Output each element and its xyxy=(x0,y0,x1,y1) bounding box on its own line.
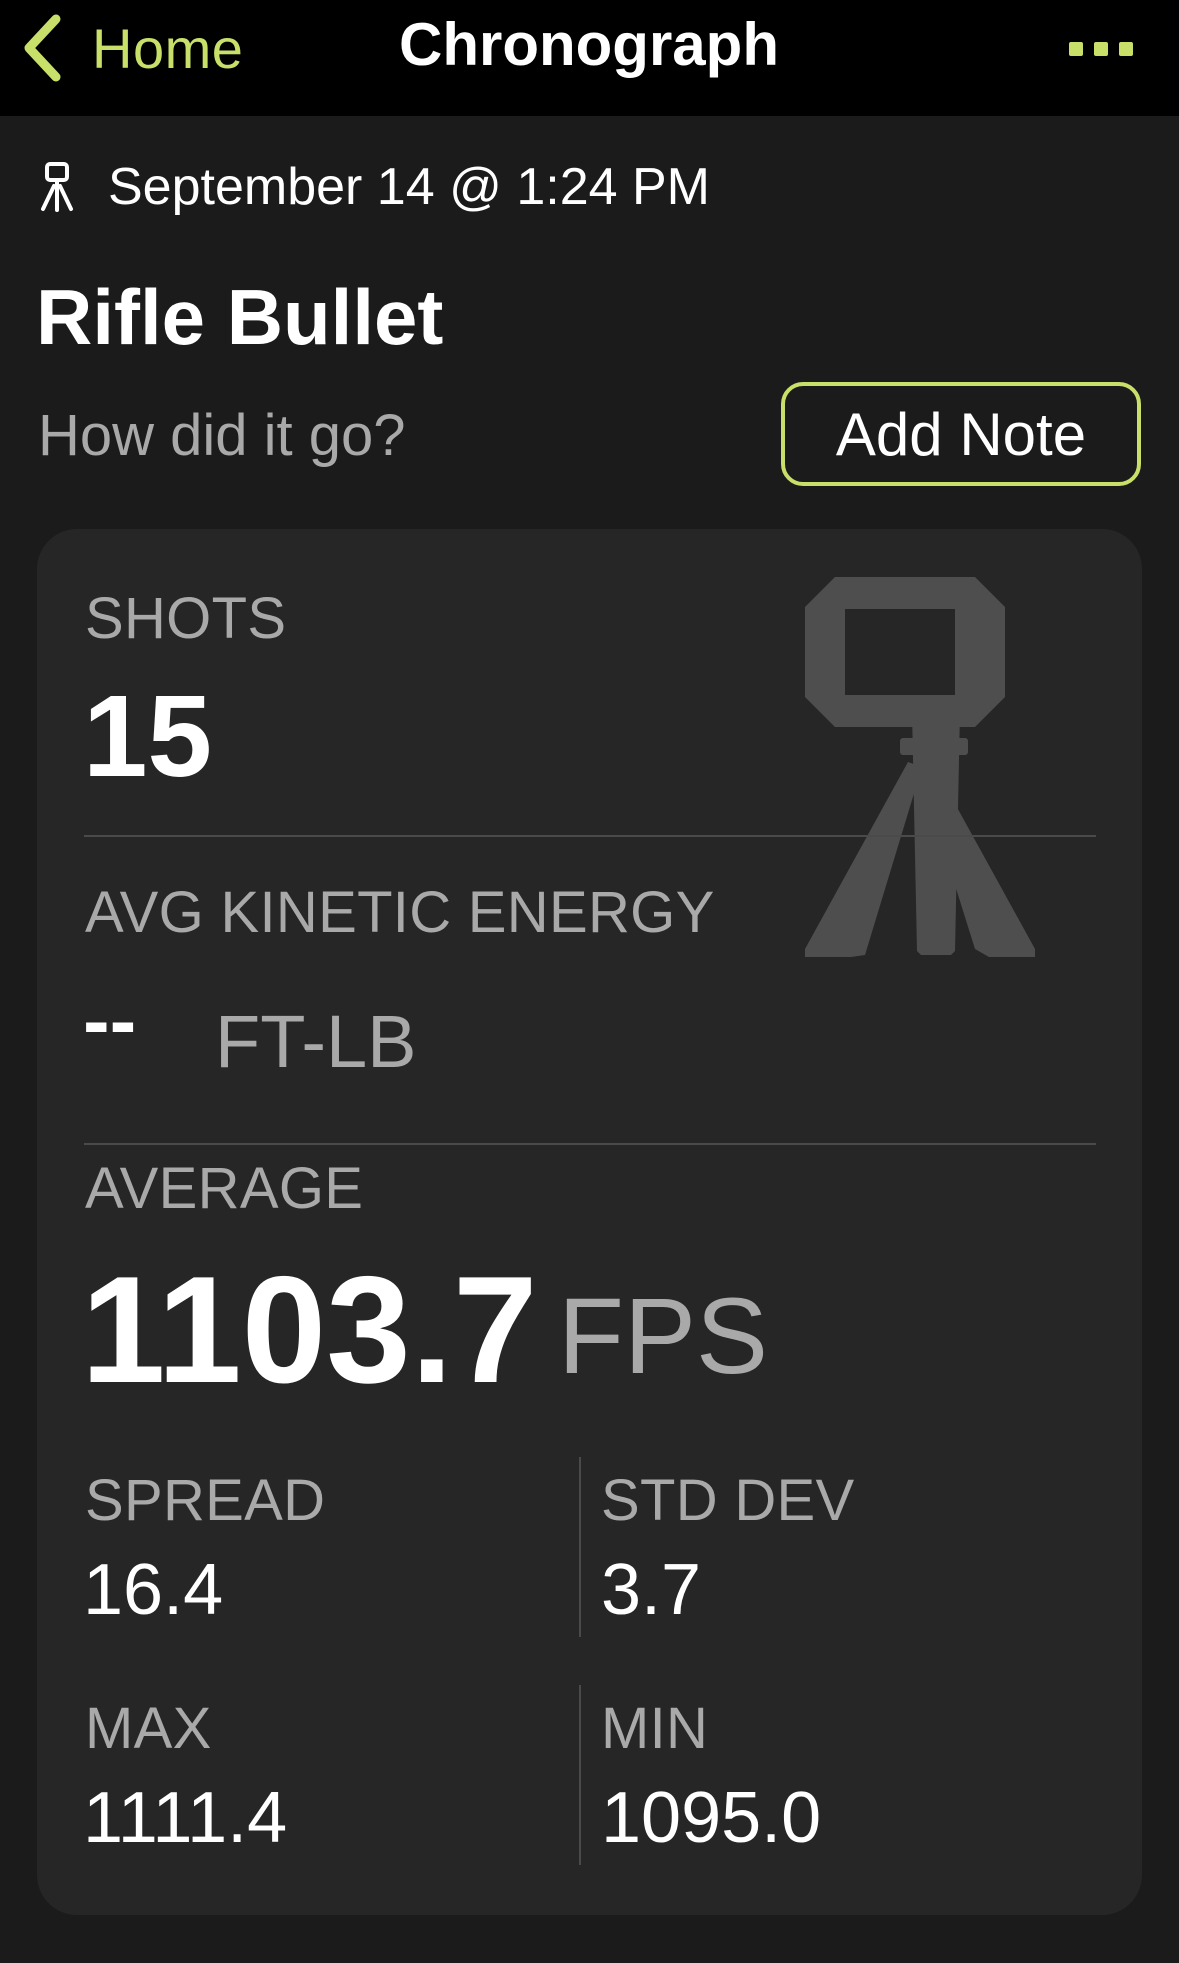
ellipsis-icon xyxy=(1119,42,1133,56)
page-title: Chronograph xyxy=(0,10,1179,79)
shots-value: 15 xyxy=(83,671,213,801)
note-prompt: How did it go? xyxy=(38,403,406,468)
chronograph-tripod-icon xyxy=(38,162,76,212)
spread-value: 16.4 xyxy=(83,1550,224,1630)
divider xyxy=(84,835,1096,837)
session-title: Rifle Bullet xyxy=(36,273,444,361)
add-note-button[interactable]: Add Note xyxy=(781,382,1141,486)
max-label: MAX xyxy=(85,1696,212,1761)
session-date-row: September 14 @ 1:24 PM xyxy=(38,152,710,222)
spread-label: SPREAD xyxy=(85,1468,326,1533)
max-value: 1111.4 xyxy=(83,1778,288,1858)
chronograph-tripod-icon xyxy=(765,577,1045,962)
average-unit: FPS xyxy=(558,1275,769,1396)
min-value: 1095.0 xyxy=(601,1778,822,1858)
session-date: September 14 @ 1:24 PM xyxy=(108,158,710,216)
vertical-divider xyxy=(579,1457,581,1637)
vertical-divider xyxy=(579,1685,581,1865)
average-value: 1103.7 xyxy=(81,1245,538,1415)
navigation-bar: Home Chronograph xyxy=(0,0,1179,116)
ellipsis-icon xyxy=(1094,42,1108,56)
avg-kinetic-energy-label: AVG KINETIC ENERGY xyxy=(85,880,715,945)
shots-label: SHOTS xyxy=(85,586,287,651)
more-options-button[interactable] xyxy=(1069,42,1133,60)
avg-kinetic-energy-value: -- xyxy=(83,976,137,1065)
std-dev-value: 3.7 xyxy=(601,1550,702,1630)
divider xyxy=(84,1143,1096,1145)
avg-kinetic-energy-unit: FT-LB xyxy=(215,1000,417,1083)
page-title-text: Chronograph xyxy=(399,11,779,78)
min-label: MIN xyxy=(601,1696,709,1761)
ellipsis-icon xyxy=(1069,42,1083,56)
std-dev-label: STD DEV xyxy=(601,1468,855,1533)
stats-card: SHOTS 15 AVG KINETIC ENERGY -- FT-LB AVE… xyxy=(37,529,1142,1915)
average-label: AVERAGE xyxy=(85,1156,364,1221)
